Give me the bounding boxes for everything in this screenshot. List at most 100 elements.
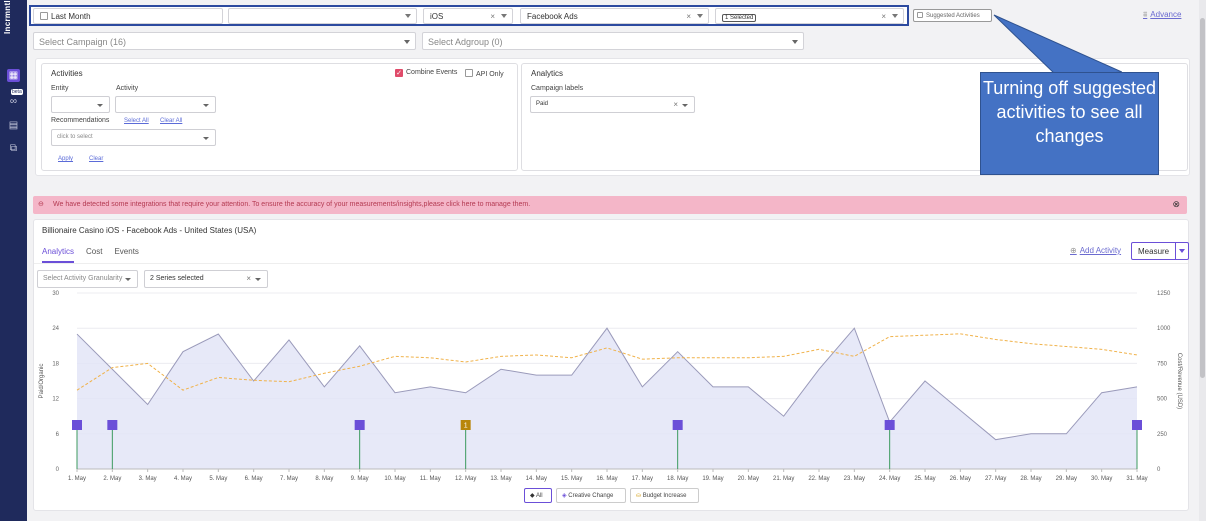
- x-tick-label: 14. May: [526, 476, 547, 482]
- x-tick-label: 3. May: [139, 476, 157, 482]
- analytics-title: Analytics: [531, 69, 564, 78]
- x-tick-label: 4. May: [174, 476, 192, 482]
- checkbox[interactable]: [465, 69, 473, 77]
- legend-budget-increase[interactable]: ⛀ Budget Increase: [630, 488, 699, 503]
- y-right-tick-label: 250: [1157, 432, 1168, 438]
- chevron-down-icon[interactable]: [1175, 243, 1188, 259]
- clear-icon[interactable]: ×: [686, 12, 691, 21]
- suggested-activities-toggle[interactable]: Suggested Activities: [913, 9, 992, 22]
- legend-budget-increase-label: Budget Increase: [642, 493, 687, 499]
- clear-icon[interactable]: ×: [673, 100, 678, 109]
- adgroup-select[interactable]: Select Adgroup (0): [422, 32, 804, 50]
- campaign-labels-select[interactable]: Paid ×: [530, 96, 695, 113]
- platform-select[interactable]: iOS ×: [423, 8, 513, 24]
- entity-label: Entity: [51, 85, 69, 92]
- legend-all[interactable]: ◆ All: [524, 488, 552, 503]
- y-left-tick-label: 6: [56, 432, 60, 438]
- entity-select[interactable]: [51, 96, 110, 113]
- chevron-down-icon: [203, 137, 209, 140]
- y-left-tick-label: 12: [52, 397, 59, 403]
- y-left-tick-label: 24: [52, 326, 59, 332]
- select-all-link[interactable]: Select All: [124, 118, 149, 124]
- activity-select[interactable]: [115, 96, 216, 113]
- advance-link[interactable]: ⩩ Advance: [1143, 10, 1181, 20]
- x-tick-label: 5. May: [209, 476, 227, 482]
- link-icon[interactable]: ⧉: [7, 142, 20, 155]
- infinity-icon[interactable]: ∞: [7, 95, 20, 108]
- x-tick-label: 23. May: [844, 476, 865, 482]
- measure-button[interactable]: Measure: [1131, 242, 1189, 260]
- x-tick-label: 15. May: [561, 476, 582, 482]
- document-icon[interactable]: ▤: [7, 119, 20, 132]
- x-tick-label: 17. May: [632, 476, 653, 482]
- chevron-down-icon: [892, 14, 898, 18]
- creative-change-icon: ◈: [562, 493, 567, 499]
- alert-message[interactable]: We have detected some integrations that …: [53, 201, 530, 208]
- combine-events-option[interactable]: ✓ Combine Events: [395, 69, 457, 77]
- date-range-value: Last Month: [51, 12, 91, 21]
- x-tick-label: 28. May: [1020, 476, 1041, 482]
- creative-change-marker: [1132, 420, 1142, 430]
- activity-label: Activity: [116, 85, 139, 92]
- clear-icon[interactable]: ×: [490, 12, 495, 21]
- y-left-tick-label: 30: [52, 291, 59, 297]
- combine-events-label: Combine Events: [406, 69, 458, 76]
- campaign-select[interactable]: Select Campaign (16): [33, 32, 416, 50]
- legend-creative-change[interactable]: ◈ Creative Change: [556, 488, 626, 503]
- tab-cost[interactable]: Cost: [86, 247, 102, 261]
- budget-marker-count: 1: [464, 423, 468, 430]
- apply-button[interactable]: Apply: [58, 156, 73, 162]
- campaign-placeholder: Select Campaign (16): [39, 37, 127, 47]
- brand-logo: Incrmntl: [3, 0, 12, 34]
- x-tick-label: 19. May: [702, 476, 723, 482]
- country-select[interactable]: 1 Selected ×: [715, 8, 904, 24]
- activities-title: Activities: [51, 69, 83, 78]
- annotation-callout: Turning off suggested activities to see …: [980, 72, 1159, 175]
- selection-count-badge: 1 Selected: [722, 14, 757, 22]
- add-activity-label: Add Activity: [1079, 246, 1122, 255]
- chevron-down-icon: [203, 104, 209, 107]
- suggested-checkbox[interactable]: [917, 12, 923, 18]
- measure-label: Measure: [1138, 247, 1170, 256]
- page-scrollbar[interactable]: [1199, 0, 1206, 521]
- plus-icon: ⊕: [1070, 246, 1077, 255]
- legend-creative-change-label: Creative Change: [568, 493, 614, 499]
- add-activity-link[interactable]: ⊕ Add Activity: [1070, 246, 1121, 255]
- main-content: Last Month iOS × Facebook Ads × 1 Select…: [27, 0, 1199, 521]
- date-range-select[interactable]: Last Month: [33, 8, 223, 24]
- api-only-option[interactable]: API Only: [465, 69, 504, 78]
- tab-analytics[interactable]: Analytics: [42, 247, 75, 263]
- network-select[interactable]: Facebook Ads ×: [520, 8, 709, 24]
- chevron-down-icon: [697, 14, 703, 18]
- creative-change-marker: [72, 420, 82, 430]
- integration-alert[interactable]: ⊖ We have detected some integrations tha…: [33, 196, 1187, 214]
- chevron-down-icon: [501, 14, 507, 18]
- x-tick-label: 18. May: [667, 476, 688, 482]
- scrollbar-thumb[interactable]: [1200, 18, 1205, 378]
- network-value: Facebook Ads: [527, 12, 578, 21]
- clear-button[interactable]: Clear: [89, 156, 103, 162]
- clear-icon[interactable]: ×: [881, 12, 886, 21]
- diamond-icon: ◆: [530, 493, 535, 499]
- app-select[interactable]: [228, 8, 417, 24]
- x-tick-label: 31. May: [1126, 476, 1147, 482]
- recommendations-select[interactable]: click to select: [51, 129, 216, 146]
- y-left-axis-label: Paid/Organic: [39, 364, 45, 399]
- x-tick-label: 21. May: [773, 476, 794, 482]
- x-tick-label: 25. May: [914, 476, 935, 482]
- campaign-label-value: Paid: [536, 101, 549, 107]
- dashboard-icon[interactable]: ▦: [7, 69, 20, 82]
- adgroup-placeholder: Select Adgroup (0): [428, 37, 503, 47]
- suggested-activities-label: Suggested Activities: [926, 13, 980, 19]
- x-tick-label: 9. May: [351, 476, 369, 482]
- chevron-down-icon: [682, 104, 688, 107]
- tab-events[interactable]: Events: [114, 247, 138, 261]
- x-tick-label: 20. May: [738, 476, 759, 482]
- creative-change-marker: [354, 420, 365, 430]
- clear-all-link[interactable]: Clear All: [160, 118, 182, 124]
- check-icon[interactable]: ✓: [395, 69, 403, 77]
- close-icon[interactable]: ⊗: [1172, 199, 1180, 210]
- y-right-tick-label: 1250: [1157, 291, 1171, 297]
- recommendations-placeholder: click to select: [57, 134, 93, 140]
- budget-increase-icon: ⛀: [636, 493, 642, 499]
